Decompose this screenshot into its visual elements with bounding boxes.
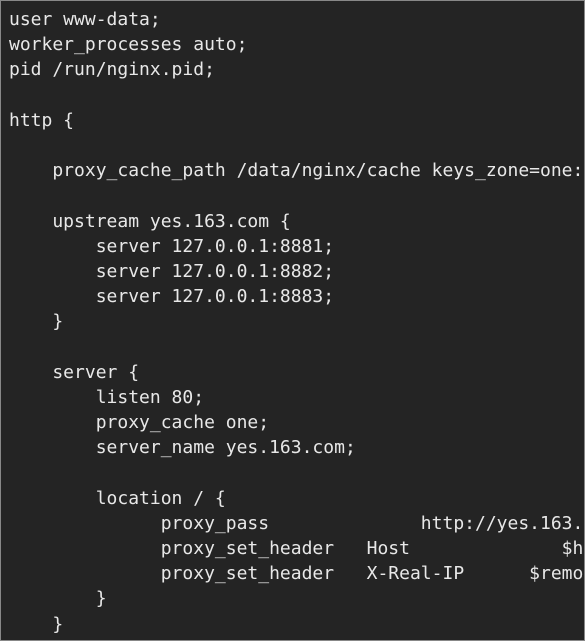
code-line: server 127.0.0.1:8883;	[9, 286, 334, 307]
code-line: worker_processes auto;	[9, 34, 247, 55]
code-line: proxy_pass http://yes.163.com;	[9, 513, 585, 534]
code-content: user www-data; worker_processes auto; pi…	[9, 9, 585, 641]
code-line: }	[9, 311, 63, 332]
code-line: pid /run/nginx.pid;	[9, 59, 215, 80]
code-line: proxy_cache one;	[9, 412, 269, 433]
code-line: http {	[9, 110, 74, 131]
code-line: proxy_set_header Host $host;	[9, 538, 585, 559]
code-line: server_name yes.163.com;	[9, 437, 356, 458]
code-line: server 127.0.0.1:8881;	[9, 236, 334, 257]
code-line: }	[9, 614, 63, 635]
code-line: server 127.0.0.1:8882;	[9, 261, 334, 282]
code-line: upstream yes.163.com {	[9, 211, 291, 232]
code-line: proxy_set_header X-Real-IP $remote_addr;	[9, 563, 585, 584]
code-line: }	[9, 588, 107, 609]
code-line: server {	[9, 362, 139, 383]
code-line: listen 80;	[9, 387, 204, 408]
code-line: proxy_cache_path /data/nginx/cache keys_…	[9, 160, 585, 181]
nginx-config-code: user www-data; worker_processes auto; pi…	[0, 0, 585, 641]
code-line: user www-data;	[9, 9, 161, 30]
code-line: location / {	[9, 488, 226, 509]
